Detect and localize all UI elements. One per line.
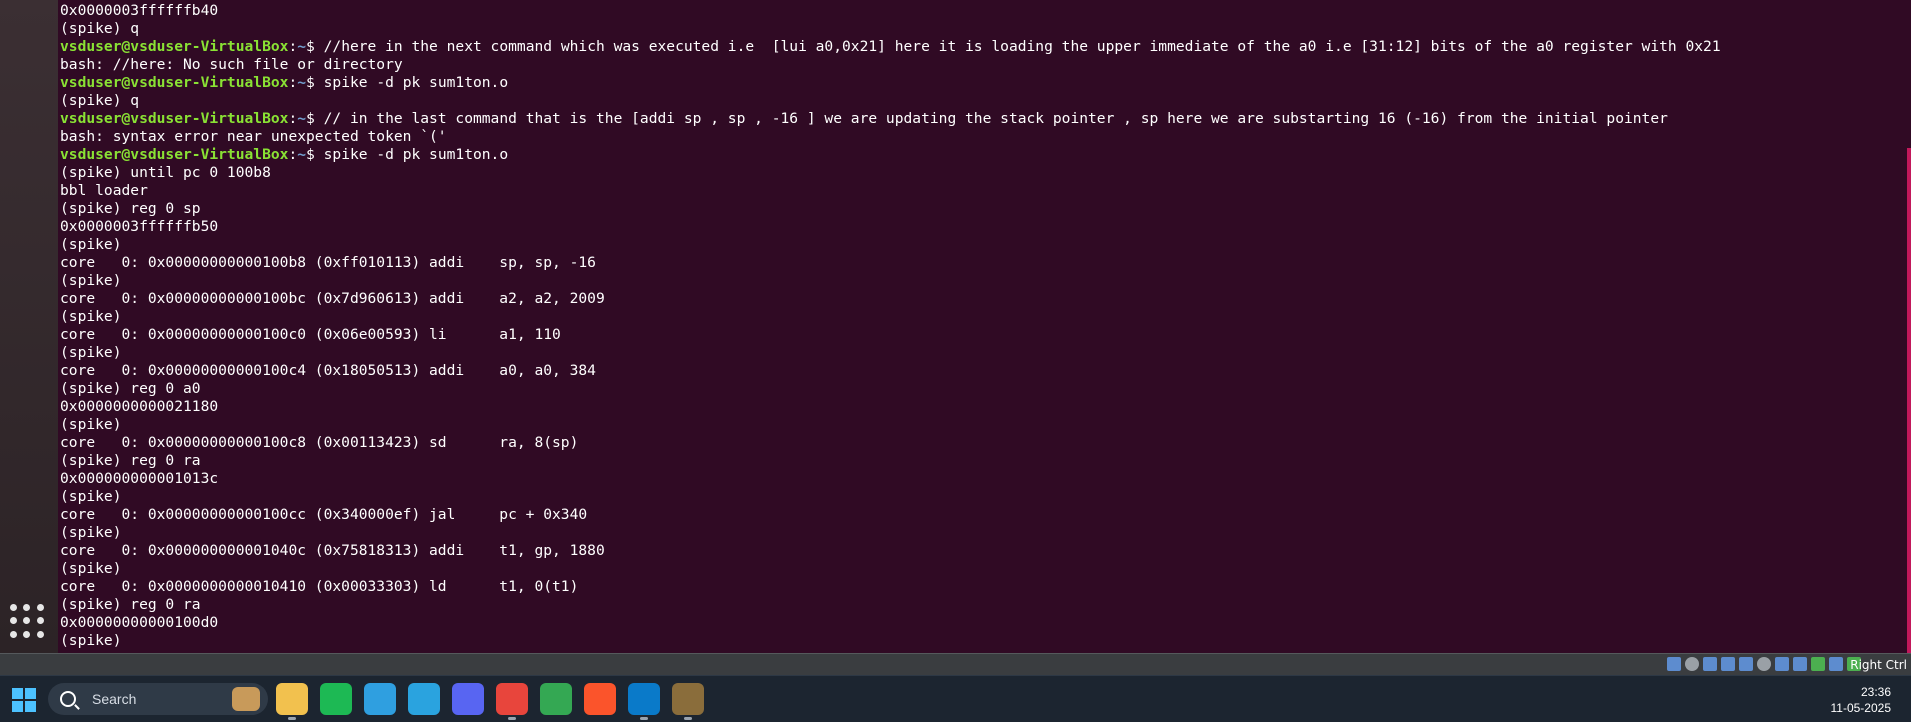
- brave-icon[interactable]: [584, 683, 616, 715]
- terminal-line: (spike) q: [60, 92, 140, 109]
- storage-icon[interactable]: [1667, 657, 1681, 671]
- terminal-line: (spike): [60, 236, 122, 253]
- audio-icon[interactable]: [1703, 657, 1717, 671]
- terminal-line: vsduser@vsduser-VirtualBox:~$ //here in …: [60, 38, 1721, 56]
- terminal-line: (spike): [60, 272, 122, 289]
- terminal-line: vsduser@vsduser-VirtualBox:~$ // in the …: [60, 110, 1721, 128]
- search-icon: [60, 691, 76, 707]
- terminal-line: (spike): [60, 416, 122, 433]
- terminal-line: (spike): [60, 632, 122, 649]
- search-label: Search: [92, 691, 137, 707]
- terminal-line: bash: syntax error near unexpected token…: [60, 128, 447, 145]
- ubuntu-dock: [0, 0, 58, 653]
- terminal-line: 0x000000000001013c: [60, 470, 219, 487]
- status-icons: [1667, 657, 1861, 671]
- pinned-apps: [276, 683, 704, 720]
- prompt-user: vsduser@vsduser-VirtualBox: [60, 146, 289, 163]
- show-applications-icon[interactable]: [10, 604, 44, 638]
- prompt-path: ~: [297, 146, 307, 163]
- telegram-icon[interactable]: [408, 683, 440, 715]
- edge-icon[interactable]: [364, 683, 396, 715]
- terminal-line: (spike) reg 0 a0: [60, 380, 201, 397]
- terminal-line: core 0: 0x00000000000100bc (0x7d960613) …: [60, 290, 605, 307]
- terminal-window[interactable]: 0x0000003ffffffb40 (spike) q vsduser@vsdus…: [58, 0, 1911, 653]
- prompt-separator: :: [288, 146, 298, 163]
- terminal-line: bbl loader: [60, 182, 148, 199]
- terminal-output: 0x0000003ffffffb40 (spike) q vsduser@vsdus…: [60, 2, 1721, 650]
- prompt-path: ~: [297, 74, 307, 91]
- prompt-separator: :: [288, 38, 298, 55]
- command-text: $ spike -d pk sum1ton.o: [306, 74, 509, 91]
- running-indicator: [684, 717, 692, 720]
- clock-date: 11-05-2025: [1830, 701, 1892, 715]
- terminal-line: (spike) reg 0 ra: [60, 596, 201, 613]
- spotify-icon[interactable]: [320, 683, 352, 715]
- terminal-line: bash: //here: No such file or directory: [60, 56, 403, 73]
- usb-icon[interactable]: [1739, 657, 1753, 671]
- prompt-separator: :: [288, 74, 298, 91]
- chrome-profile-icon[interactable]: [540, 683, 572, 715]
- terminal-line: (spike): [60, 524, 122, 541]
- terminal-line: 0x0000003ffffffb50: [60, 218, 219, 235]
- prompt-separator: :: [288, 110, 298, 127]
- terminal-scrollbar[interactable]: [1907, 148, 1911, 653]
- recording-icon[interactable]: [1793, 657, 1807, 671]
- clock-time: 23:36: [1860, 685, 1891, 699]
- running-indicator: [508, 717, 516, 720]
- terminal-line: 0x0000003ffffffb40: [60, 2, 219, 19]
- terminal-line: vsduser@vsduser-VirtualBox:~$ spike -d p…: [60, 146, 1721, 164]
- terminal-line: (spike) q: [60, 20, 140, 37]
- terminal-line: (spike): [60, 560, 122, 577]
- terminal-line: (spike): [60, 344, 122, 361]
- terminal-line: core 0: 0x00000000000100c0 (0x06e00593) …: [60, 326, 561, 343]
- running-indicator: [288, 717, 296, 720]
- terminal-line: 0x00000000000100d0: [60, 614, 219, 631]
- prompt-path: ~: [297, 110, 307, 127]
- command-text: $ spike -d pk sum1ton.o: [306, 146, 509, 163]
- terminal-line: (spike) until pc 0 100b8: [60, 164, 271, 181]
- terminal-line: core 0: 0x0000000000010410 (0x00033303) …: [60, 578, 579, 595]
- windows-start-icon[interactable]: [12, 688, 36, 712]
- shared-folders-icon[interactable]: [1757, 657, 1771, 671]
- vscode-icon[interactable]: [628, 683, 660, 720]
- discord-icon[interactable]: [452, 683, 484, 715]
- terminal-line: vsduser@vsduser-VirtualBox:~$ spike -d p…: [60, 74, 1721, 92]
- terminal-line: (spike): [60, 488, 122, 505]
- terminal-line: core 0: 0x00000000000100c4 (0x18050513) …: [60, 362, 596, 379]
- virtualbox-status-bar: Right Ctrl: [0, 653, 1911, 676]
- running-indicator: [640, 717, 648, 720]
- prompt-user: vsduser@vsduser-VirtualBox: [60, 38, 289, 55]
- chrome-icon[interactable]: [496, 683, 528, 720]
- prompt-path: ~: [297, 38, 307, 55]
- terminal-line: core 0: 0x00000000000100b8 (0xff010113) …: [60, 254, 596, 271]
- optical-drive-icon[interactable]: [1685, 657, 1699, 671]
- terminal-line: core 0: 0x000000000001040c (0x75818313) …: [60, 542, 605, 559]
- terminal-line: 0x0000000000021180: [60, 398, 219, 415]
- prompt-user: vsduser@vsduser-VirtualBox: [60, 74, 289, 91]
- terminal-line: (spike) reg 0 sp: [60, 200, 201, 217]
- terminal-line: core 0: 0x00000000000100cc (0x340000ef) …: [60, 506, 588, 523]
- terminal-line: (spike): [60, 308, 122, 325]
- command-text: $ // in the last command that is the [ad…: [306, 110, 1668, 127]
- taskbar-search-box[interactable]: Search: [48, 683, 268, 715]
- windows-taskbar: Search 23:36 11-05-2025: [0, 675, 1911, 722]
- cpu-icon[interactable]: [1811, 657, 1825, 671]
- mouse-integration-icon[interactable]: [1829, 657, 1843, 671]
- prompt-user: vsduser@vsduser-VirtualBox: [60, 110, 289, 127]
- clock[interactable]: 23:36 11-05-2025: [1831, 684, 1892, 716]
- host-key-label: Right Ctrl: [1850, 658, 1907, 672]
- display-icon[interactable]: [1775, 657, 1789, 671]
- search-highlight-icon: [232, 687, 260, 711]
- command-text: $ //here in the next command which was e…: [306, 38, 1721, 55]
- virtualbox-icon[interactable]: [672, 683, 704, 720]
- terminal-line: (spike) reg 0 ra: [60, 452, 201, 469]
- network-icon[interactable]: [1721, 657, 1735, 671]
- file-explorer-icon[interactable]: [276, 683, 308, 720]
- terminal-line: core 0: 0x00000000000100c8 (0x00113423) …: [60, 434, 579, 451]
